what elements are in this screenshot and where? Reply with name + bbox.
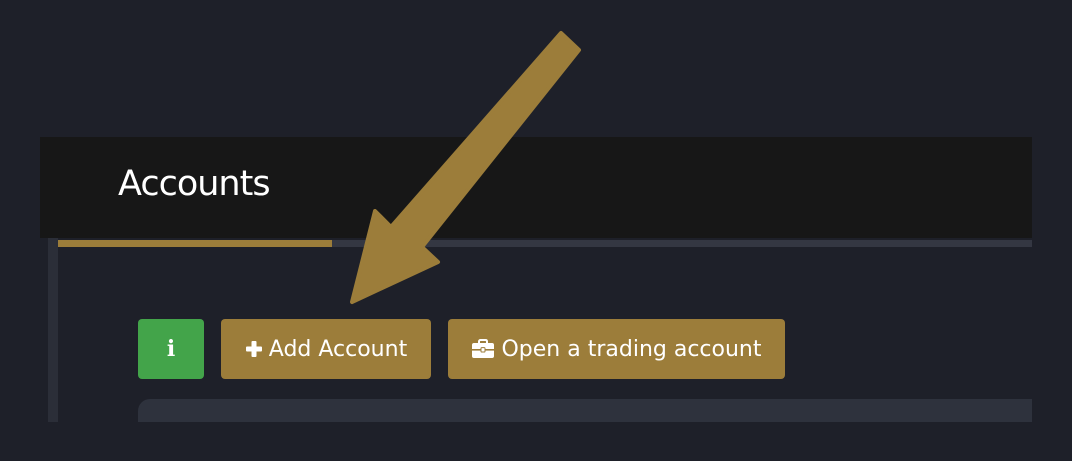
briefcase-icon bbox=[471, 339, 495, 359]
info-button[interactable]: i bbox=[138, 319, 204, 379]
page-title: Accounts bbox=[118, 164, 271, 204]
add-account-button[interactable]: Add Account bbox=[221, 319, 431, 379]
page-header: Accounts bbox=[40, 137, 1032, 238]
active-tab-indicator bbox=[58, 240, 332, 247]
add-account-label: Add Account bbox=[268, 336, 408, 362]
content-left-border bbox=[48, 238, 58, 422]
accounts-panel bbox=[138, 399, 1032, 422]
accounts-page: Accounts i Add Account Open a trading ac… bbox=[0, 0, 1072, 461]
accounts-toolbar: i Add Account Open a trading account bbox=[138, 319, 785, 379]
plus-icon bbox=[245, 340, 263, 358]
info-icon: i bbox=[166, 336, 176, 362]
open-trading-account-label: Open a trading account bbox=[501, 336, 762, 362]
open-trading-account-button[interactable]: Open a trading account bbox=[448, 319, 785, 379]
